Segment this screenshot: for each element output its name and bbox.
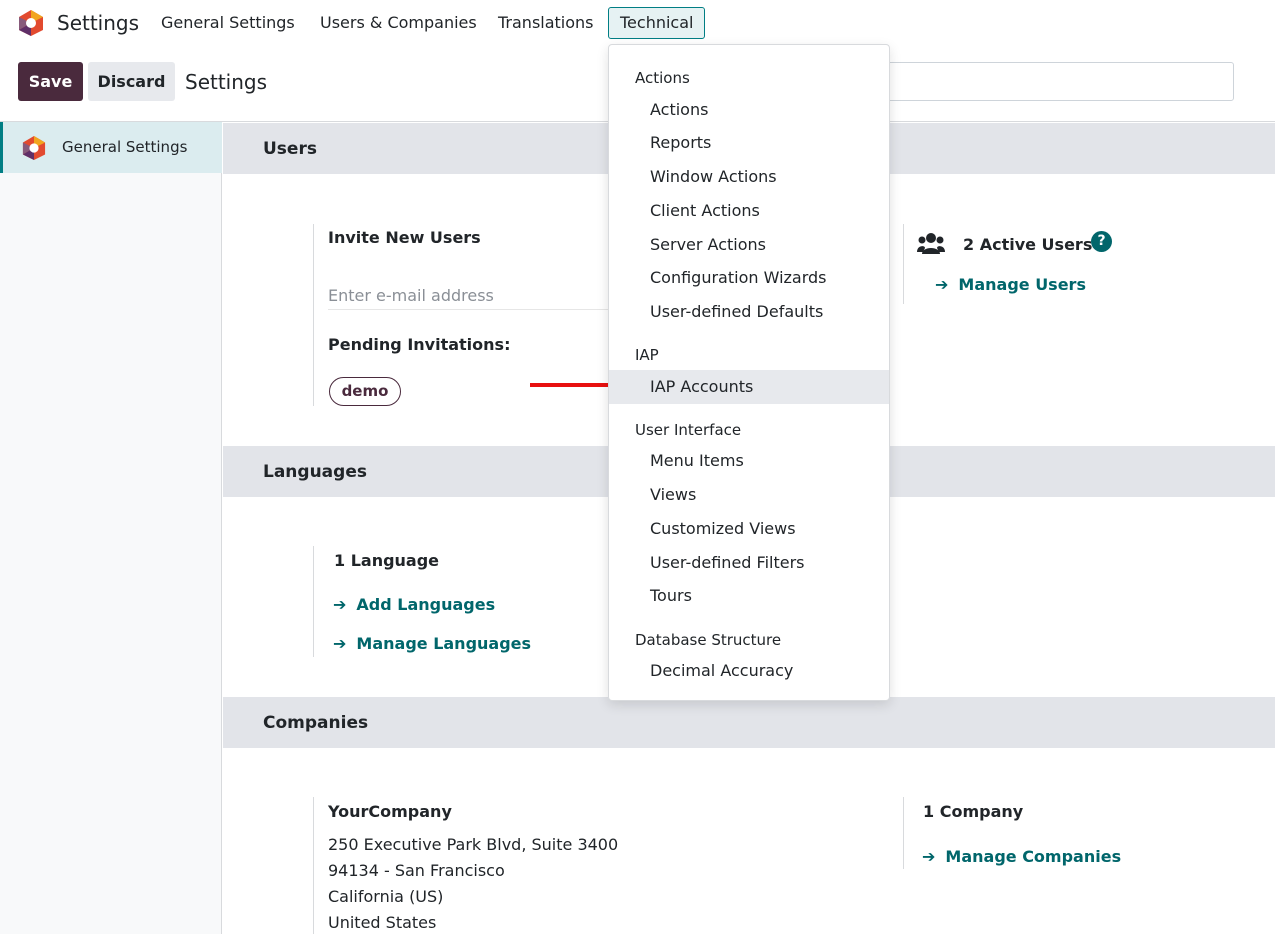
manage-companies-label: Manage Companies: [945, 847, 1122, 866]
menu-general-settings[interactable]: General Settings: [161, 13, 295, 32]
dropdown-item-actions[interactable]: Actions: [609, 93, 889, 127]
dropdown-item-reports[interactable]: Reports: [609, 126, 889, 160]
email-field[interactable]: Enter e-mail address: [328, 282, 618, 310]
pending-invitation-badge[interactable]: demo: [329, 377, 401, 406]
divider: [313, 797, 314, 934]
manage-languages-label: Manage Languages: [356, 634, 532, 653]
active-users-count: 2 Active Users: [963, 235, 1093, 254]
dropdown-header-actions: Actions: [635, 69, 690, 87]
arrow-right-icon: ➔: [333, 595, 347, 614]
add-languages-label: Add Languages: [356, 595, 496, 614]
dropdown-item-menu-items[interactable]: Menu Items: [609, 444, 889, 478]
company-address-line: 94134 - San Francisco: [328, 861, 505, 880]
technical-dropdown-menu: Actions Actions Reports Window Actions C…: [608, 44, 890, 701]
manage-users-label: Manage Users: [958, 275, 1086, 294]
company-address-line: 250 Executive Park Blvd, Suite 3400: [328, 835, 619, 854]
company-address-line: California (US): [328, 887, 444, 906]
invite-title: Invite New Users: [328, 228, 481, 247]
section-title: Users: [263, 139, 317, 159]
manage-languages-link[interactable]: ➔ Manage Languages: [333, 634, 531, 653]
top-navbar: Settings General Settings Users & Compan…: [0, 0, 1275, 46]
app-logo-icon[interactable]: [18, 9, 44, 37]
divider: [903, 224, 904, 304]
pending-invitations-label: Pending Invitations:: [328, 335, 511, 354]
menu-technical[interactable]: Technical: [608, 7, 706, 39]
sidebar-item-general-settings[interactable]: General Settings: [0, 122, 222, 173]
section-header-companies: Companies: [223, 697, 1275, 748]
language-count: 1 Language: [334, 551, 440, 570]
arrow-right-icon: ➔: [922, 847, 936, 866]
menu-translations[interactable]: Translations: [498, 13, 594, 32]
dropdown-item-configuration-wizards[interactable]: Configuration Wizards: [609, 261, 889, 295]
dropdown-item-window-actions[interactable]: Window Actions: [609, 160, 889, 194]
dropdown-item-customized-views[interactable]: Customized Views: [609, 512, 889, 546]
arrow-right-icon: ➔: [333, 634, 347, 653]
company-address-line: United States: [328, 913, 437, 932]
company-name: YourCompany: [328, 802, 452, 821]
manage-companies-link[interactable]: ➔ Manage Companies: [922, 847, 1121, 866]
app-name[interactable]: Settings: [57, 11, 139, 35]
dropdown-item-server-actions[interactable]: Server Actions: [609, 228, 889, 262]
dropdown-header-user-interface: User Interface: [635, 421, 742, 439]
divider: [903, 797, 904, 869]
menu-users-companies[interactable]: Users & Companies: [320, 13, 477, 32]
users-icon: [917, 233, 945, 254]
dropdown-item-client-actions[interactable]: Client Actions: [609, 194, 889, 228]
company-count: 1 Company: [923, 802, 1024, 821]
dropdown-item-user-defined-defaults[interactable]: User-defined Defaults: [609, 295, 889, 329]
discard-button[interactable]: Discard: [88, 62, 175, 101]
dropdown-item-tours[interactable]: Tours: [609, 579, 889, 613]
help-icon[interactable]: ?: [1091, 231, 1112, 252]
save-button[interactable]: Save: [18, 62, 83, 101]
dropdown-item-views[interactable]: Views: [609, 478, 889, 512]
dropdown-header-iap: IAP: [635, 346, 659, 364]
sidebar-item-label: General Settings: [62, 138, 188, 156]
divider: [313, 546, 314, 657]
dropdown-item-decimal-accuracy[interactable]: Decimal Accuracy: [609, 654, 889, 688]
dropdown-item-iap-accounts[interactable]: IAP Accounts: [609, 370, 889, 404]
app-logo-icon: [22, 136, 46, 160]
add-languages-link[interactable]: ➔ Add Languages: [333, 595, 495, 614]
breadcrumb: Settings: [185, 70, 268, 94]
settings-sidebar: General Settings: [0, 122, 222, 934]
dropdown-header-database-structure: Database Structure: [635, 631, 782, 649]
manage-users-link[interactable]: ➔ Manage Users: [935, 275, 1086, 294]
arrow-right-icon: ➔: [935, 275, 949, 294]
section-title: Companies: [263, 713, 369, 733]
dropdown-item-user-defined-filters[interactable]: User-defined Filters: [609, 546, 889, 580]
section-title: Languages: [263, 462, 367, 482]
search-input[interactable]: [870, 62, 1234, 101]
divider: [313, 224, 314, 406]
